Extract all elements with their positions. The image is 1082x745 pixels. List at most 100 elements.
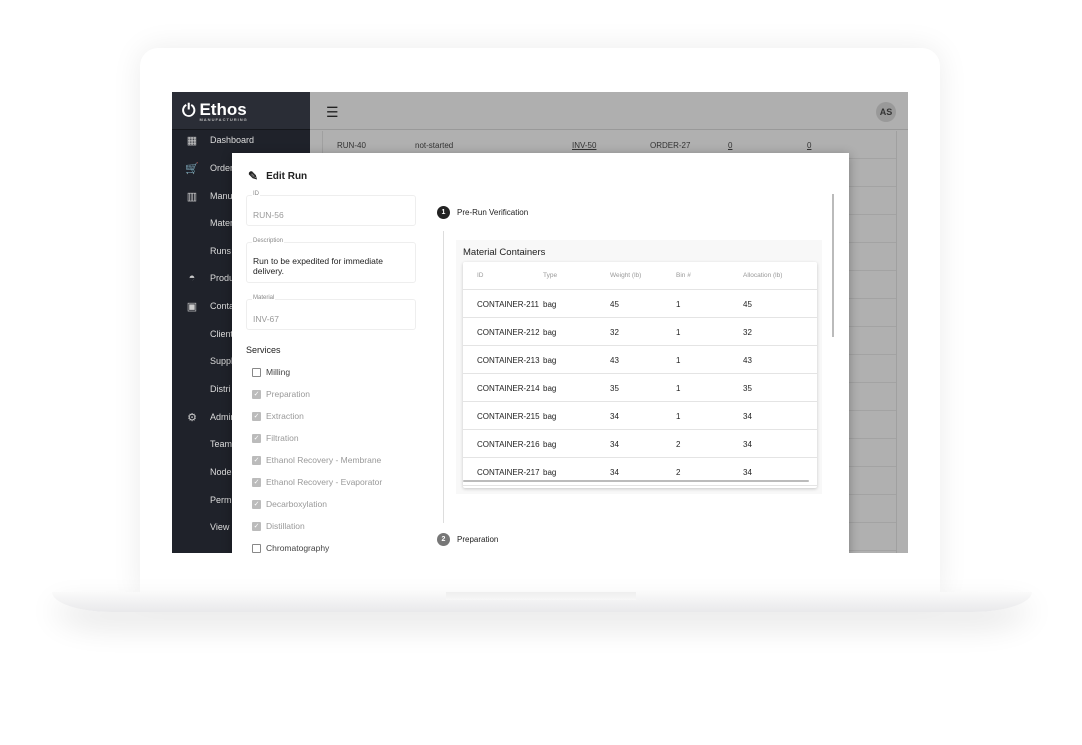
laptop-notch: [446, 592, 636, 600]
sidebar-item[interactable]: ▣ Conta: [172, 298, 234, 314]
service-checkbox[interactable]: Milling: [252, 367, 290, 377]
cell: 32: [743, 328, 752, 337]
vertical-scrollbar[interactable]: [832, 194, 834, 337]
cart-icon: 🛒: [185, 162, 199, 175]
sidebar-item[interactable]: Suppl: [172, 353, 233, 369]
service-checkbox[interactable]: ✓ Extraction: [252, 411, 304, 421]
id-field[interactable]: ID RUN-56: [246, 191, 416, 226]
checkbox-checked-icon: ✓: [252, 411, 261, 421]
material-field[interactable]: Material INV-67: [246, 295, 416, 330]
pencil-icon: ✎: [248, 169, 259, 183]
cell: 34: [610, 468, 619, 477]
table-row[interactable]: CONTAINER-216 bag 34 2 34: [463, 430, 817, 458]
service-label: Decarboxylation: [266, 499, 327, 509]
material-label: Material: [252, 295, 276, 301]
cell: bag: [543, 468, 557, 477]
sidebar-item[interactable]: ⚙ Admin: [172, 409, 235, 425]
cell: CONTAINER-215: [477, 412, 540, 421]
cell: 35: [610, 384, 619, 393]
service-label: Milling: [266, 367, 291, 377]
sidebar-item[interactable]: Mater: [172, 215, 233, 231]
cell: 45: [610, 300, 619, 309]
material-value: INV-67: [253, 314, 279, 324]
sidebar-item[interactable]: Distri: [172, 381, 231, 397]
step-label: Preparation: [457, 535, 499, 544]
brand-name: Ethos: [199, 99, 247, 119]
table-row[interactable]: CONTAINER-213 bag 43 1 43: [463, 346, 817, 374]
table-header: ID Type Weight (lb) Bin # Allocation (lb): [463, 262, 817, 290]
sidebar-item-label: Team: [210, 439, 233, 449]
cell: CONTAINER-211: [477, 300, 539, 309]
sidebar-item[interactable]: Runs: [172, 243, 231, 259]
checkbox-checked-icon: ✓: [252, 499, 261, 509]
service-checkbox[interactable]: ✓ Filtration: [252, 433, 299, 443]
service-checkbox[interactable]: ✓ Decarboxylation: [252, 499, 327, 509]
logo[interactable]: ⏻ Ethos MANUFACTURING: [172, 92, 310, 130]
sidebar-item[interactable]: Permi: [172, 492, 234, 508]
power-icon: ⏻: [182, 100, 196, 120]
sidebar-item[interactable]: Team: [172, 436, 232, 452]
cell: 2: [676, 440, 681, 449]
table-row[interactable]: CONTAINER-212 bag 32 1 32: [463, 318, 817, 346]
avatar[interactable]: AS: [876, 102, 896, 122]
cell: 34: [610, 440, 619, 449]
step-1[interactable]: 1 Pre-Run Verification: [437, 206, 528, 219]
table-row[interactable]: CONTAINER-215 bag 34 1 34: [463, 402, 817, 430]
table-row[interactable]: CONTAINER-211 bag 45 1 45: [463, 290, 817, 318]
cell: ORDER-27: [650, 141, 691, 150]
cell: bag: [543, 440, 557, 449]
checkbox-checked-icon: ✓: [252, 389, 261, 399]
sidebar-item[interactable]: 🛒 Orders: [172, 160, 237, 176]
cell: 35: [743, 384, 752, 393]
description-field[interactable]: Description Run to be expedited for immed…: [246, 238, 416, 283]
cell: 43: [610, 356, 619, 365]
cell: CONTAINER-213: [477, 356, 540, 365]
table-row[interactable]: CONTAINER-214 bag 35 1 35: [463, 374, 817, 402]
brand-sub: MANUFACTURING: [199, 116, 248, 122]
description-label: Description: [252, 238, 285, 244]
sidebar-item[interactable]: View: [172, 519, 229, 535]
sidebar-item[interactable]: Client: [172, 326, 233, 342]
dialog-title-text: Edit Run: [266, 170, 308, 182]
checkbox-unchecked-icon: [252, 543, 261, 553]
count-link[interactable]: 0: [807, 141, 811, 150]
description-value: Run to be expedited for immediate delive…: [253, 256, 383, 276]
service-checkbox[interactable]: Chromatography: [252, 543, 329, 553]
cell: 2: [676, 468, 681, 477]
sidebar-item[interactable]: ▦ Dashboard: [172, 132, 254, 148]
cell: bag: [543, 300, 557, 309]
cell: bag: [543, 384, 557, 393]
service-checkbox[interactable]: ✓ Ethanol Recovery - Membrane: [252, 455, 381, 465]
building-icon: ▥: [186, 190, 198, 203]
service-checkbox[interactable]: ✓ Preparation: [252, 389, 310, 399]
horizontal-scrollbar[interactable]: [463, 480, 809, 482]
service-label: Preparation: [266, 389, 310, 399]
material-link[interactable]: INV-50: [572, 141, 596, 150]
count-link[interactable]: 0: [728, 141, 732, 150]
id-value: RUN-56: [253, 210, 284, 220]
panel-title: Material Containers: [463, 247, 546, 258]
cell: bag: [543, 412, 557, 421]
sidebar-item[interactable]: Node: [172, 464, 232, 480]
step-connector: [443, 231, 444, 523]
top-bar: ☰ AS: [310, 92, 908, 130]
sidebar-item-label: Node: [210, 467, 232, 477]
sidebar-item-label: Dashboard: [210, 135, 255, 145]
services-heading: Services: [246, 345, 281, 355]
checkbox-checked-icon: ✓: [252, 477, 261, 487]
service-label: Extraction: [266, 411, 304, 421]
step-2[interactable]: 2 Preparation: [437, 533, 498, 546]
sidebar-item-label: Produ: [210, 273, 235, 283]
drop-icon: ◓: [188, 272, 196, 284]
cell: 32: [610, 328, 619, 337]
service-label: Ethanol Recovery - Evaporator: [266, 477, 383, 487]
menu-icon[interactable]: ☰: [326, 104, 339, 121]
containers-table: ID Type Weight (lb) Bin # Allocation (lb) CON…: [463, 262, 817, 488]
sidebar-item[interactable]: ◓ Produ: [172, 270, 234, 286]
checkbox-checked-icon: ✓: [252, 433, 261, 443]
sidebar-item[interactable]: ▥ Manuf: [172, 188, 235, 204]
column-header: Bin #: [676, 272, 691, 279]
edit-run-dialog: ✎ Edit Run ID RUN-56 Description Run to be …: [232, 153, 849, 553]
service-checkbox[interactable]: ✓ Ethanol Recovery - Evaporator: [252, 477, 382, 487]
service-checkbox[interactable]: ✓ Distillation: [252, 521, 305, 531]
